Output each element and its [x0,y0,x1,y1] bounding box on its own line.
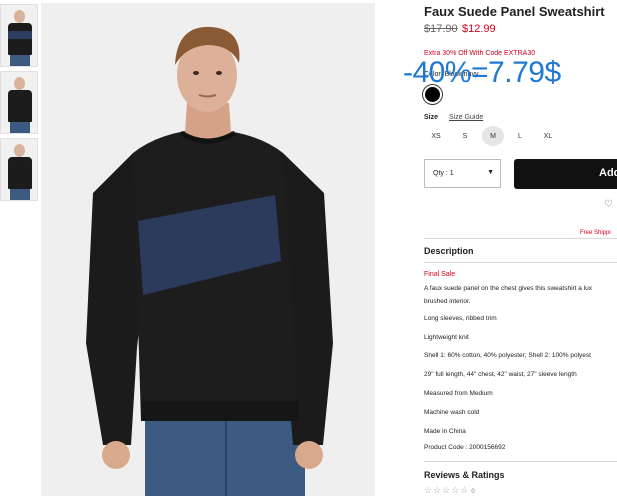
thumbnail-jeans [10,55,30,66]
thumbnail-jeans [10,122,30,133]
description-line: Lightweight knit [424,334,469,341]
description-line: brushed interior. [424,298,471,305]
size-option-xs[interactable]: XS [425,126,447,146]
right-hand [295,441,323,469]
original-price: $17.90 [424,23,458,35]
quantity-value: Qty : 1 [433,170,454,177]
free-shipping-link[interactable]: Free Shippi [580,230,611,236]
thumbnail-model-head [14,10,25,23]
reviews-heading[interactable]: Reviews & Ratings [424,470,505,480]
description-line: Machine wash cold [424,409,480,416]
final-sale-label: Final Sale [424,271,456,278]
caret-down-icon: ▼ [487,169,494,176]
sweatshirt-hem [141,401,299,421]
description-line: Made in China [424,428,466,435]
right-eye [216,71,222,75]
description-heading[interactable]: Description [424,246,474,256]
product-code: Product Code : 2000156692 [424,444,506,451]
quantity-select[interactable]: Qty : 1 ▼ [424,159,501,188]
size-option-m[interactable]: M [482,126,504,146]
product-title: Faux Suede Panel Sweatshirt [424,4,605,19]
size-option-s[interactable]: S [454,126,476,146]
thumbnail-3[interactable] [0,138,38,201]
thumbnail-2[interactable] [0,71,38,134]
size-option-xl[interactable]: XL [537,126,559,146]
thumbnail-sweatshirt [8,157,32,189]
description-line: Shell 1: 60% cotton, 40% polyester; Shel… [424,352,591,359]
thumbnail-model-head [14,144,25,157]
star-icons: ☆☆☆☆☆ [424,485,470,495]
main-product-image[interactable] [41,3,375,496]
description-line: Long sleeves, ribbed trim [424,315,497,322]
heart-icon[interactable]: ♡ [604,199,613,210]
divider [424,238,617,239]
sale-price: $12.99 [462,23,496,35]
divider [424,262,617,263]
review-count: 0 [471,489,476,495]
discount-overlay-text: -40%=7.79$ [403,56,561,89]
thumbnail-model-head [14,77,25,90]
thumbnail-jeans [10,189,30,200]
left-hand [102,441,130,469]
description-line: 29" full length, 44" chest, 42" waist, 2… [424,371,577,378]
rating-stars: ☆☆☆☆☆ 0 [424,485,476,496]
thumbnail-panel [8,31,32,39]
size-option-l[interactable]: L [509,126,531,146]
thumbnail-sweatshirt [8,23,32,55]
description-line: Measured from Medium [424,390,493,397]
size-label: Size [424,114,439,121]
thumbnail-sweatshirt [8,90,32,122]
left-eye [193,71,199,75]
size-guide-link[interactable]: Size Guide [449,114,483,121]
description-line: A faux suede panel on the chest gives th… [424,285,593,292]
add-button-label: Add [599,167,617,179]
divider [424,461,617,462]
thumbnail-1[interactable] [0,4,38,67]
add-to-bag-button[interactable]: Add [514,159,617,189]
product-illustration [41,3,375,496]
